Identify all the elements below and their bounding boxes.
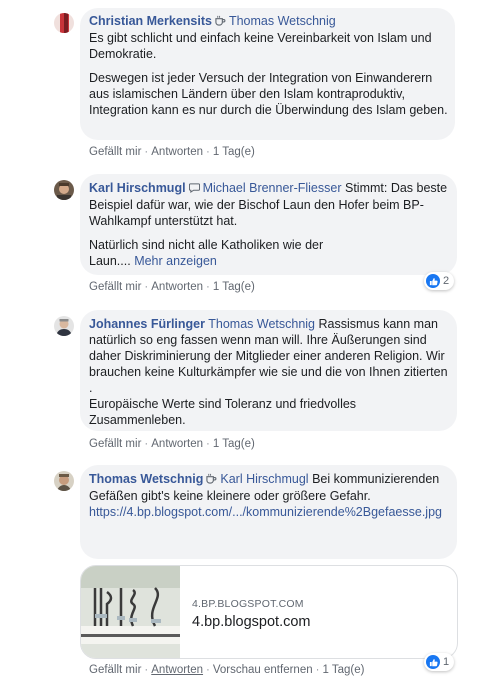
reply-button[interactable]: Antworten bbox=[151, 664, 203, 676]
reaction-count[interactable]: 2 bbox=[424, 272, 455, 290]
comment-actions: Gefällt mir · Antworten · 1 Tag(e) bbox=[89, 281, 255, 293]
url-link[interactable]: https://4.bp.blogspot.com/.../kommunizie… bbox=[89, 505, 442, 519]
comment-author[interactable]: Johannes Fürlinger bbox=[89, 317, 205, 331]
preview-domain: 4.BP.BLOGSPOT.COM bbox=[192, 598, 304, 610]
like-reaction-icon bbox=[426, 655, 440, 669]
coffee-icon bbox=[206, 472, 217, 488]
chat-bubble-icon bbox=[188, 181, 200, 197]
comment-bubble: Johannes Fürlinger Thomas Wetschnig Rass… bbox=[80, 310, 457, 431]
comment-text: Christian Merkensits Thomas Wetschnig Es … bbox=[89, 13, 449, 62]
link-preview-card[interactable]: 4.BP.BLOGSPOT.COM 4.bp.blogspot.com bbox=[80, 565, 458, 659]
comment-body: Es gibt schlicht und einfach keine Verei… bbox=[89, 31, 432, 61]
mention-link[interactable]: Thomas Wetschnig bbox=[208, 317, 315, 331]
comment-bubble: Thomas Wetschnig Karl Hirschmugl Bei komm… bbox=[80, 465, 457, 559]
timestamp[interactable]: 1 Tag(e) bbox=[213, 281, 255, 293]
comment-text: Thomas Wetschnig Karl Hirschmugl Bei komm… bbox=[89, 471, 451, 520]
like-button[interactable]: Gefällt mir bbox=[89, 664, 141, 676]
comment-bubble: Karl Hirschmugl Michael Brenner-Fliesser … bbox=[80, 174, 457, 275]
timestamp[interactable]: 1 Tag(e) bbox=[213, 146, 255, 158]
remove-preview-button[interactable]: Vorschau entfernen bbox=[213, 664, 313, 676]
comment-bubble: Christian Merkensits Thomas Wetschnig Es … bbox=[80, 8, 455, 140]
avatar[interactable] bbox=[54, 13, 74, 33]
comment-author[interactable]: Christian Merkensits bbox=[89, 14, 212, 28]
reaction-number: 1 bbox=[443, 656, 450, 668]
reaction-count[interactable]: 1 bbox=[424, 653, 455, 671]
like-reaction-icon bbox=[426, 274, 440, 288]
like-button[interactable]: Gefällt mir bbox=[89, 438, 141, 450]
coffee-icon bbox=[215, 14, 226, 30]
avatar[interactable] bbox=[54, 316, 74, 336]
comment-body-2: Deswegen ist jeder Versuch der Integrati… bbox=[89, 71, 448, 117]
comment-author[interactable]: Karl Hirschmugl bbox=[89, 181, 186, 195]
avatar[interactable] bbox=[54, 180, 74, 200]
see-more-link[interactable]: Mehr anzeigen bbox=[134, 254, 217, 268]
reply-button[interactable]: Antworten bbox=[151, 146, 203, 158]
comment-paragraph: Natürlich sind nicht alle Katholiken wie… bbox=[89, 237, 339, 269]
comment-actions: Gefällt mir · Antworten · 1 Tag(e) bbox=[89, 438, 255, 450]
mention-link[interactable]: Karl Hirschmugl bbox=[220, 472, 308, 486]
timestamp[interactable]: 1 Tag(e) bbox=[322, 664, 364, 676]
comment-body-2: Europäische Werte sind Toleranz und frie… bbox=[89, 397, 357, 427]
comment-text: Karl Hirschmugl Michael Brenner-Fliesser … bbox=[89, 180, 451, 229]
comment-text: Johannes Fürlinger Thomas Wetschnig Rass… bbox=[89, 316, 451, 428]
reply-button[interactable]: Antworten bbox=[151, 281, 203, 293]
like-button[interactable]: Gefällt mir bbox=[89, 146, 141, 158]
preview-image bbox=[81, 566, 180, 658]
avatar[interactable] bbox=[54, 471, 74, 491]
mention-link[interactable]: Thomas Wetschnig bbox=[229, 14, 336, 28]
comment-author[interactable]: Thomas Wetschnig bbox=[89, 472, 203, 486]
mention-link[interactable]: Michael Brenner-Fliesser bbox=[203, 181, 342, 195]
comment-paragraph: Deswegen ist jeder Versuch der Integrati… bbox=[89, 70, 449, 118]
timestamp[interactable]: 1 Tag(e) bbox=[213, 438, 255, 450]
preview-title[interactable]: 4.bp.blogspot.com bbox=[192, 614, 311, 630]
reaction-number: 2 bbox=[443, 275, 450, 287]
comment-actions: Gefällt mir · Antworten · Vorschau entfernen… bbox=[89, 664, 365, 676]
reply-button[interactable]: Antworten bbox=[151, 438, 203, 450]
like-button[interactable]: Gefällt mir bbox=[89, 281, 141, 293]
comment-actions: Gefällt mir · Antworten · 1 Tag(e) bbox=[89, 146, 255, 158]
